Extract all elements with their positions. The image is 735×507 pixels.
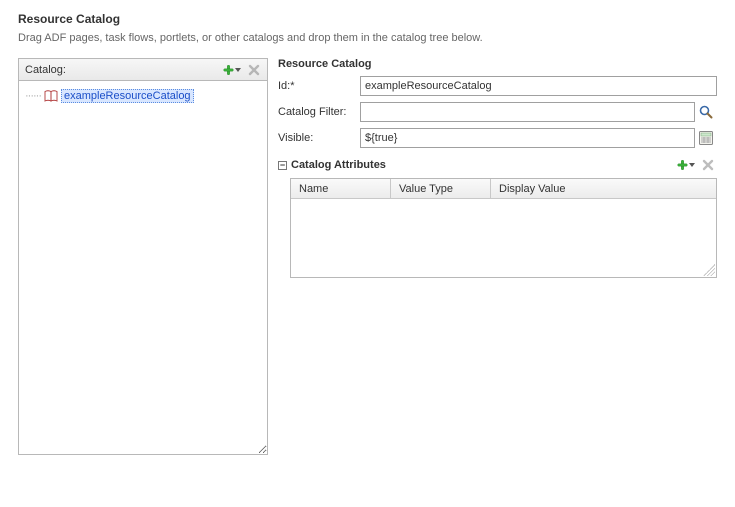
details-panel: Resource Catalog Id:* Catalog Filter: Vi… — [278, 58, 717, 278]
plus-icon — [223, 63, 234, 77]
delete-catalog-button[interactable] — [245, 61, 263, 79]
attributes-header: − Catalog Attributes — [278, 156, 717, 174]
tree-connector: ······ — [25, 90, 41, 102]
search-icon — [698, 104, 714, 120]
main-layout: Catalog: ······ — [18, 58, 717, 455]
filter-browse-button[interactable] — [697, 103, 715, 121]
chevron-down-icon — [689, 163, 695, 167]
id-label: Id:* — [278, 80, 360, 92]
tree-root-label[interactable]: exampleResourceCatalog — [61, 89, 194, 103]
add-attribute-button[interactable] — [677, 156, 695, 174]
delete-attribute-button[interactable] — [699, 156, 717, 174]
col-header-value[interactable]: Display Value — [491, 179, 716, 198]
page-subtitle: Drag ADF pages, task flows, portlets, or… — [18, 32, 717, 44]
delete-icon — [247, 63, 261, 77]
visible-input[interactable] — [360, 128, 695, 148]
book-icon — [44, 90, 58, 102]
details-section-title: Resource Catalog — [278, 58, 717, 70]
collapse-toggle[interactable]: − — [278, 161, 287, 170]
col-header-type[interactable]: Value Type — [391, 179, 491, 198]
col-header-name[interactable]: Name — [291, 179, 391, 198]
id-input[interactable] — [360, 76, 717, 96]
catalog-panel-header: Catalog: — [18, 58, 268, 80]
visible-label: Visible: — [278, 132, 360, 144]
catalog-tree[interactable]: ······ exampleResourceCatalog — [18, 80, 268, 455]
filter-row: Catalog Filter: — [278, 102, 717, 122]
resize-handle[interactable] — [703, 264, 715, 276]
add-catalog-button[interactable] — [223, 61, 241, 79]
catalog-tree-panel: Catalog: ······ — [18, 58, 268, 455]
page-title: Resource Catalog — [18, 12, 717, 26]
visible-row: Visible: — [278, 128, 717, 148]
chevron-down-icon — [235, 68, 241, 72]
delete-icon — [701, 158, 715, 172]
attributes-table-header: Name Value Type Display Value — [291, 179, 716, 199]
filter-input[interactable] — [360, 102, 695, 122]
catalog-panel-label: Catalog: — [25, 64, 66, 76]
id-row: Id:* — [278, 76, 717, 96]
filter-label: Catalog Filter: — [278, 106, 360, 118]
attributes-title: Catalog Attributes — [291, 159, 386, 171]
expression-builder-button[interactable] — [697, 129, 715, 147]
tree-root-item[interactable]: ······ exampleResourceCatalog — [25, 89, 261, 103]
expression-icon — [698, 130, 714, 146]
plus-icon — [677, 158, 688, 172]
attributes-table[interactable]: Name Value Type Display Value — [290, 178, 717, 278]
